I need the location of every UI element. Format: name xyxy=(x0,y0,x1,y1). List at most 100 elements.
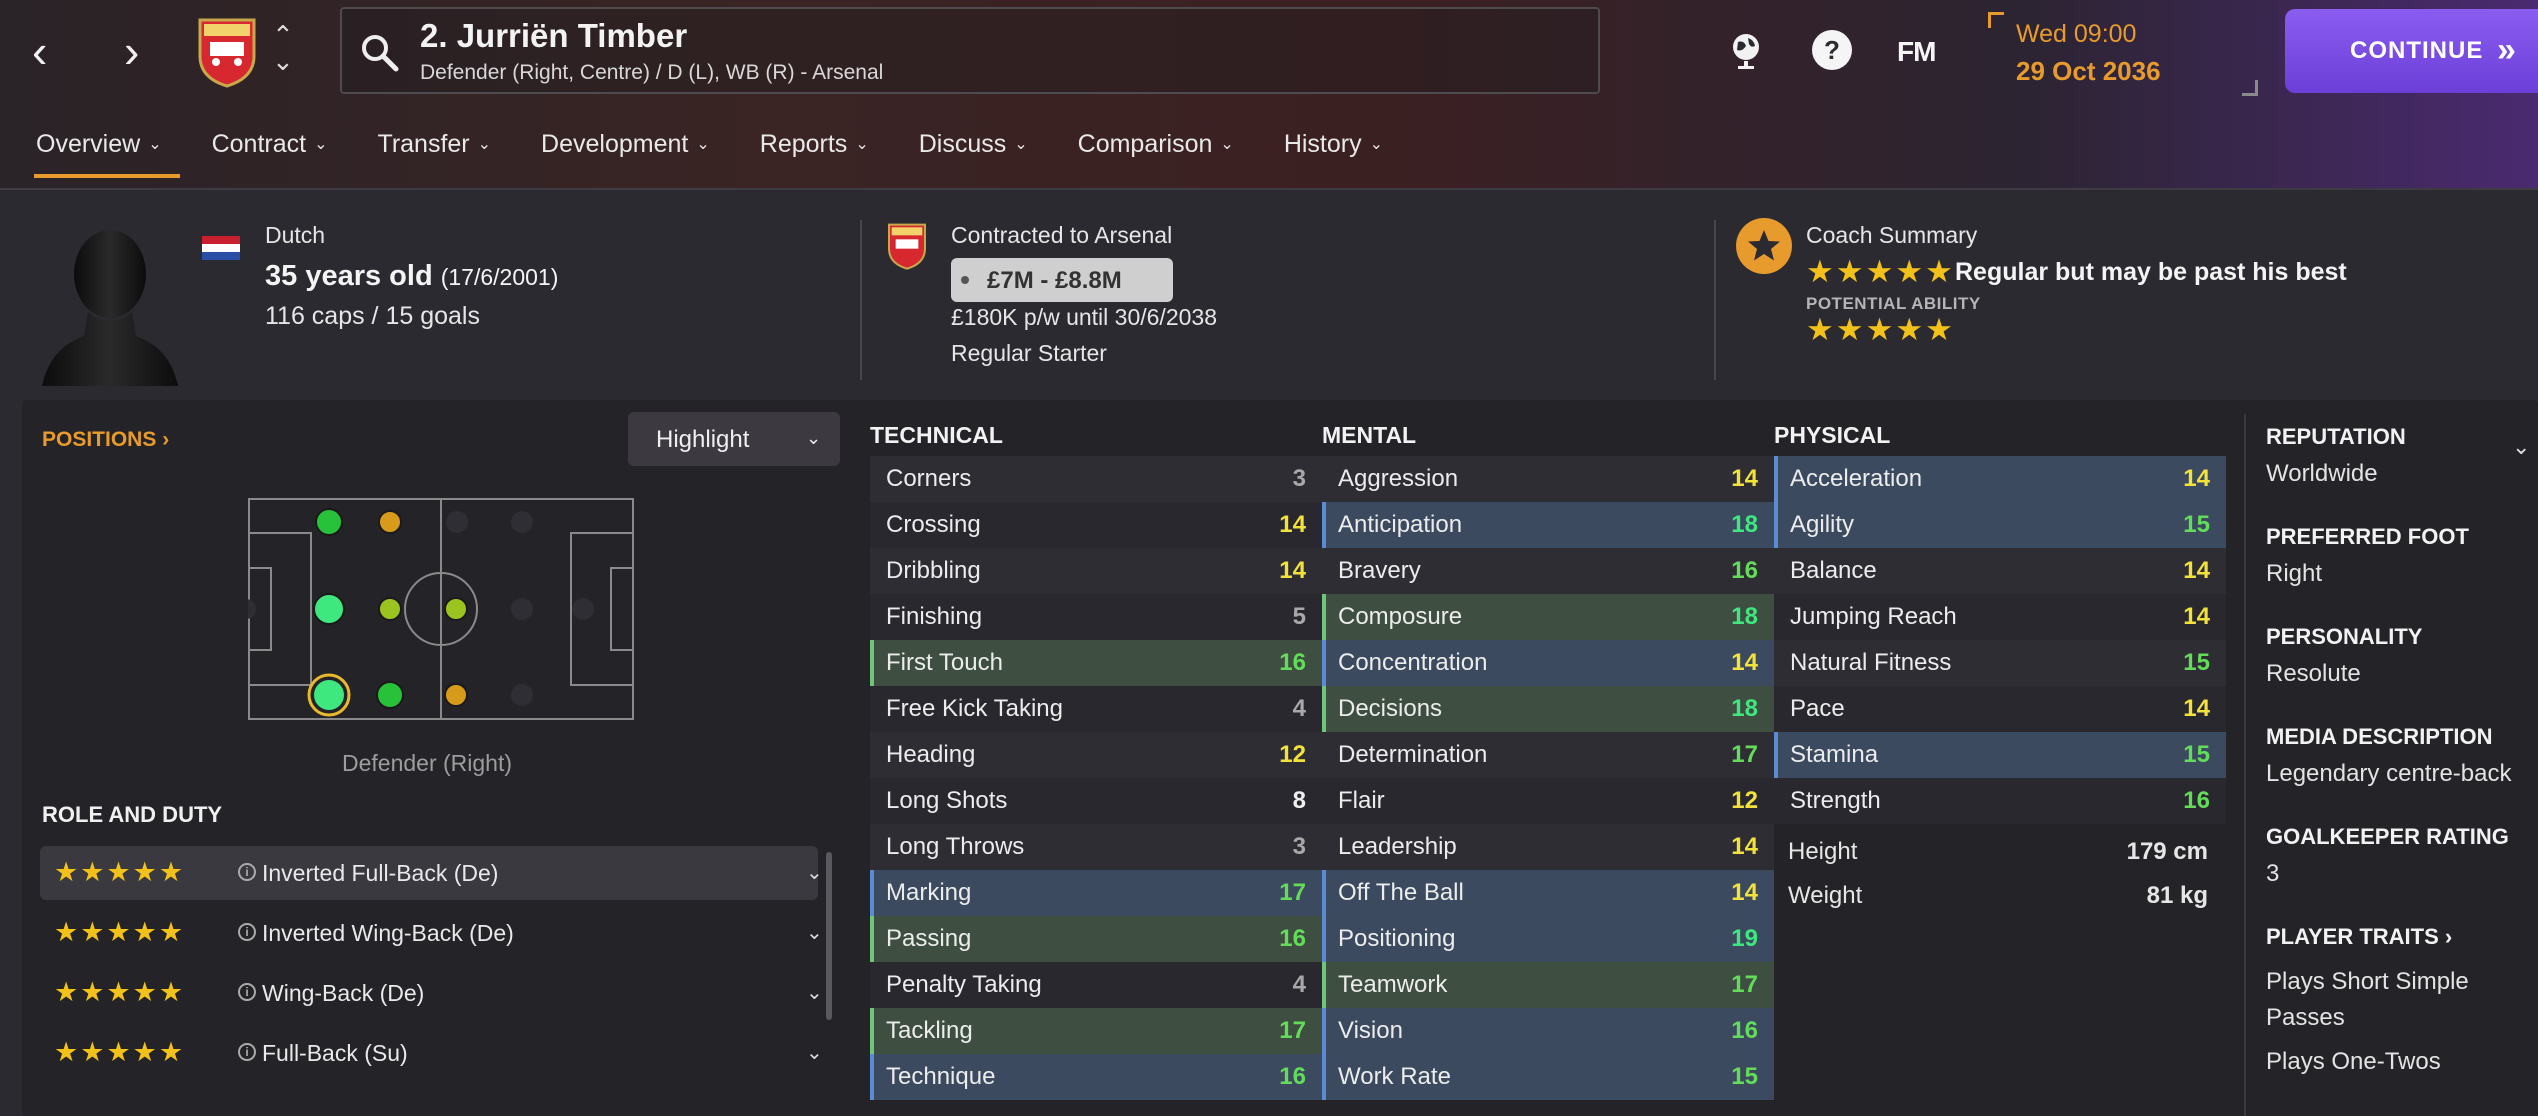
chevron-down-icon: ⌄ xyxy=(696,136,710,153)
media-description-value: Legendary centre-back xyxy=(2266,760,2512,787)
attribute-value: 18 xyxy=(1731,511,1758,538)
player-search-box[interactable]: 2. Jurriën Timber Defender (Right, Centr… xyxy=(340,7,1600,94)
attribute-value: 14 xyxy=(1279,511,1306,538)
chevron-down-icon: ⌄ xyxy=(1369,136,1384,153)
attribute-name: First Touch xyxy=(886,649,1003,676)
attribute-value: 14 xyxy=(1731,649,1758,676)
player-value-badge[interactable]: £7M - £8.8M xyxy=(951,258,1173,302)
tab-history[interactable]: History ⌄ xyxy=(1266,122,1401,178)
media-description-label: MEDIA DESCRIPTION xyxy=(2266,724,2493,749)
roles-scrollbar[interactable] xyxy=(826,852,832,1020)
attribute-row[interactable]: Anticipation 18 xyxy=(1322,502,1774,548)
attribute-row[interactable]: Flair 12 xyxy=(1322,778,1774,824)
role-row[interactable]: ★★★★★ i Wing-Back (De) ⌄ xyxy=(40,966,823,1020)
attribute-row[interactable]: Free Kick Taking 4 xyxy=(870,686,1322,732)
attribute-name: Anticipation xyxy=(1338,511,1463,538)
attribute-row[interactable]: Tackling 17 xyxy=(870,1008,1322,1054)
club-crest-icon[interactable] xyxy=(196,16,258,88)
fm-logo[interactable]: FM xyxy=(1897,36,1936,68)
role-row[interactable]: ★★★★★ i Full-Back (Su) ⌄ xyxy=(40,1026,823,1080)
player-traits-link[interactable]: PLAYER TRAITS › xyxy=(2266,924,2452,950)
attribute-name: Vision xyxy=(1338,1017,1403,1044)
attribute-value: 14 xyxy=(1279,557,1306,584)
attribute-row[interactable]: Natural Fitness 15 xyxy=(1774,640,2226,686)
attribute-row[interactable]: Acceleration 14 xyxy=(1774,456,2226,502)
attribute-row[interactable]: Work Rate 15 xyxy=(1322,1054,1774,1100)
attribute-row[interactable]: Agility 15 xyxy=(1774,502,2226,548)
attribute-name: Teamwork xyxy=(1338,971,1448,998)
tab-overview[interactable]: Overview ⌄ xyxy=(18,122,180,178)
tab-contract[interactable]: Contract ⌄ xyxy=(194,122,346,178)
attribute-row[interactable]: Off The Ball 14 xyxy=(1322,870,1774,916)
attribute-value: 18 xyxy=(1731,603,1758,630)
chevron-down-icon[interactable]: ⌄ xyxy=(2512,434,2530,460)
attribute-row[interactable]: Vision 16 xyxy=(1322,1008,1774,1054)
chevron-down-icon: ⌄ xyxy=(806,862,823,884)
attribute-row[interactable]: Balance 14 xyxy=(1774,548,2226,594)
attribute-value: 16 xyxy=(1279,649,1306,676)
continue-label: CONTINUE xyxy=(2350,37,2484,64)
attribute-row[interactable]: Dribbling 14 xyxy=(870,548,1322,594)
tab-reports[interactable]: Reports ⌄ xyxy=(742,122,887,178)
search-icon[interactable] xyxy=(358,31,402,75)
role-stars: ★★★★★ xyxy=(54,977,186,1007)
help-icon[interactable]: ? xyxy=(1810,28,1854,72)
attribute-row[interactable]: Composure 18 xyxy=(1322,594,1774,640)
attribute-row[interactable]: Bravery 16 xyxy=(1322,548,1774,594)
attribute-row[interactable]: Decisions 18 xyxy=(1322,686,1774,732)
next-player-icon[interactable]: ⌄ xyxy=(272,46,294,77)
attribute-row[interactable]: Aggression 14 xyxy=(1322,456,1774,502)
attribute-row[interactable]: Teamwork 17 xyxy=(1322,962,1774,1008)
tab-transfer[interactable]: Transfer ⌄ xyxy=(359,122,509,178)
attribute-row[interactable]: Strength 16 xyxy=(1774,778,2226,824)
attribute-row[interactable]: Technique 16 xyxy=(870,1054,1322,1100)
attribute-row[interactable]: Long Throws 3 xyxy=(870,824,1322,870)
attribute-name: Leadership xyxy=(1338,833,1457,860)
attribute-name: Agility xyxy=(1790,511,1855,538)
attribute-row[interactable]: Passing 16 xyxy=(870,916,1322,962)
forward-arrow-icon[interactable]: › xyxy=(124,28,139,74)
attribute-row[interactable]: Jumping Reach 14 xyxy=(1774,594,2226,640)
continue-button[interactable]: CONTINUE » xyxy=(2285,9,2538,93)
attribute-name: Positioning xyxy=(1338,925,1456,952)
attribute-row[interactable]: Marking 17 xyxy=(870,870,1322,916)
role-row[interactable]: ★★★★★ i Inverted Full-Back (De) ⌄ xyxy=(40,846,823,900)
role-stars: ★★★★★ xyxy=(54,857,186,887)
tab-development[interactable]: Development ⌄ xyxy=(523,122,728,178)
top-bar: ‹ › ⌃ ⌄ 2. Jurriën Timber Defender (Righ… xyxy=(0,0,2538,190)
attribute-row[interactable]: Crossing 14 xyxy=(870,502,1322,548)
role-name: Full-Back (Su) xyxy=(262,1040,408,1066)
attribute-row[interactable]: Positioning 19 xyxy=(1322,916,1774,962)
height-value: 179 cm xyxy=(2126,838,2208,865)
back-arrow-icon[interactable]: ‹ xyxy=(32,28,47,74)
attribute-row[interactable]: Long Shots 8 xyxy=(870,778,1322,824)
attribute-row[interactable]: Determination 17 xyxy=(1322,732,1774,778)
attribute-row[interactable]: Heading 12 xyxy=(870,732,1322,778)
attribute-value: 15 xyxy=(1731,1063,1758,1090)
attribute-row[interactable]: Corners 3 xyxy=(870,456,1322,502)
tab-discuss[interactable]: Discuss ⌄ xyxy=(901,122,1046,178)
attribute-row[interactable]: Stamina 15 xyxy=(1774,732,2226,778)
attribute-row[interactable]: Finishing 5 xyxy=(870,594,1322,640)
chevron-down-icon: ⌄ xyxy=(1220,136,1234,153)
goalkeeper-rating-value: 3 xyxy=(2266,860,2280,887)
attribute-row[interactable]: Concentration 14 xyxy=(1322,640,1774,686)
attribute-row[interactable]: First Touch 16 xyxy=(870,640,1322,686)
tab-comparison[interactable]: Comparison ⌄ xyxy=(1060,122,1252,178)
divider xyxy=(860,220,862,380)
double-chevron-right-icon: » xyxy=(2497,31,2517,69)
reputation-value: Worldwide xyxy=(2266,460,2378,487)
attribute-row[interactable]: Pace 14 xyxy=(1774,686,2226,732)
attribute-row[interactable]: Leadership 14 xyxy=(1322,824,1774,870)
highlight-dropdown[interactable]: Highlight ⌄ xyxy=(628,412,840,466)
world-icon[interactable] xyxy=(1724,28,1768,72)
role-row[interactable]: ★★★★★ i Inverted Wing-Back (De) ⌄ xyxy=(40,906,823,960)
positions-link[interactable]: POSITIONS › xyxy=(42,428,169,452)
player-name: 2. Jurriën Timber xyxy=(420,17,688,54)
attribute-name: Balance xyxy=(1790,557,1877,584)
attribute-row[interactable]: Penalty Taking 4 xyxy=(870,962,1322,1008)
position-dot xyxy=(444,683,468,707)
selected-position-name: Defender (Right) xyxy=(342,750,513,776)
attribute-name: Finishing xyxy=(886,603,983,630)
height-label: Height xyxy=(1788,838,1858,865)
